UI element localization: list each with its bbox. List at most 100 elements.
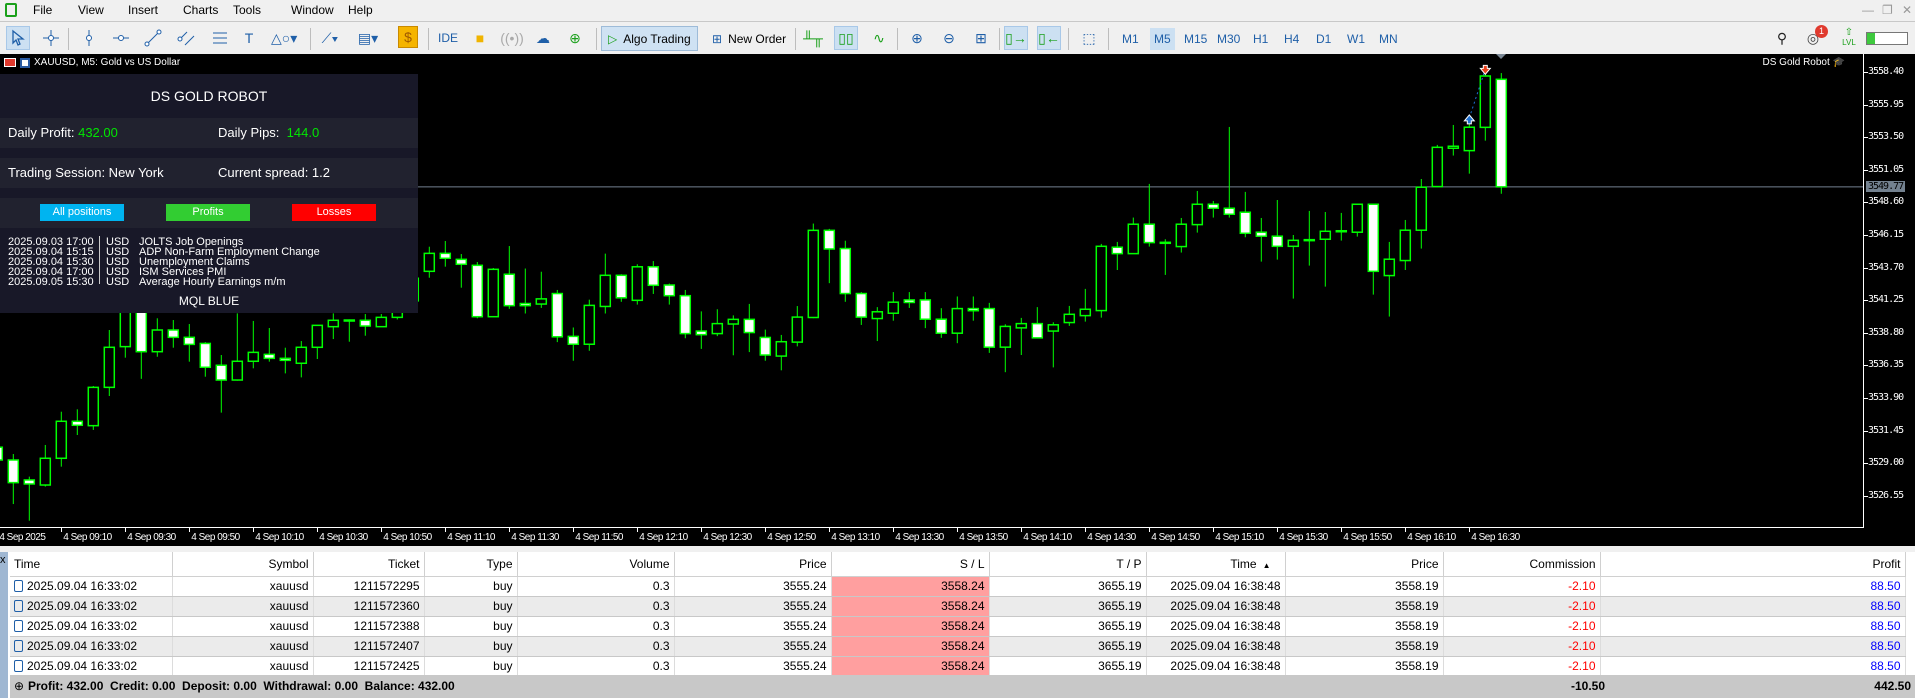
column-header[interactable]: S / L: [831, 552, 990, 577]
cell-value: -2.10: [1568, 579, 1596, 593]
table-cell: 3558.24: [831, 636, 990, 657]
close-toolbox-icon[interactable]: x: [0, 554, 6, 566]
price-tick-label: 3558.40: [1868, 66, 1904, 77]
share-icon[interactable]: ⊕: [563, 26, 587, 50]
minimize-icon[interactable]: —: [1862, 3, 1874, 17]
events-separator: [99, 236, 100, 284]
timeframe-d1[interactable]: D1: [1312, 28, 1335, 50]
fibonacci-icon[interactable]: [208, 26, 232, 50]
profits-button[interactable]: Profits: [166, 204, 250, 221]
ide-button[interactable]: IDE: [436, 26, 460, 50]
table-row[interactable]: 2025.09.04 16:33:02 xauusd 1211572388 buy 0.…: [10, 616, 1906, 637]
cell-value: 0.3: [652, 599, 670, 613]
text-tool-icon[interactable]: T: [237, 26, 261, 50]
column-header-label: Time: [14, 556, 41, 571]
cell-value: 88.50: [1870, 659, 1901, 673]
column-header[interactable]: Profit: [1600, 552, 1906, 577]
column-header[interactable]: Ticket: [313, 552, 425, 577]
cell-value: 2025.09.04 16:33:02: [27, 659, 138, 673]
timeframe-m5[interactable]: M5: [1150, 28, 1175, 50]
column-header[interactable]: Time: [10, 552, 173, 577]
close-icon[interactable]: ✕: [1902, 3, 1912, 17]
menu-insert[interactable]: Insert: [128, 3, 158, 17]
column-header[interactable]: Symbol: [172, 552, 314, 577]
shapes-icon[interactable]: △○▾: [271, 26, 297, 50]
dollar-icon[interactable]: $: [398, 26, 418, 48]
zoom-out-icon[interactable]: ⊖: [937, 26, 961, 50]
signals-icon[interactable]: ((•)): [500, 26, 524, 50]
table-row[interactable]: 2025.09.04 16:33:02 xauusd 1211572360 buy 0.…: [10, 596, 1906, 617]
crosshair-icon[interactable]: [39, 26, 63, 50]
timeframe-m15[interactable]: M15: [1180, 28, 1211, 50]
level-icon[interactable]: ⇧ LVL: [1838, 27, 1860, 47]
price-tick-label: 3551.05: [1868, 163, 1904, 175]
timeframe-m30[interactable]: M30: [1213, 28, 1244, 50]
table-cell: 3655.19: [989, 576, 1147, 597]
table-row[interactable]: 2025.09.04 16:33:02 xauusd 1211572407 buy 0.…: [10, 636, 1906, 657]
column-header[interactable]: Price: [674, 552, 832, 577]
horizontal-line-icon[interactable]: [109, 26, 133, 50]
daily-profit-label: Daily Profit:: [8, 125, 75, 140]
spread-label: Current spread: 1.2: [218, 165, 331, 180]
screenshot-icon[interactable]: ⬚: [1077, 26, 1101, 50]
column-header[interactable]: Volume: [517, 552, 675, 577]
channel-icon[interactable]: [175, 26, 199, 50]
table-cell: 1211572425: [313, 656, 425, 677]
vps-cloud-icon[interactable]: ☁: [531, 26, 555, 50]
column-header[interactable]: Type: [424, 552, 518, 577]
bearish-candle: [167, 329, 180, 339]
vertical-line-icon[interactable]: [77, 26, 101, 50]
price-chart[interactable]: XAUUSD, M5: Gold vs US Dollar DS Gold Ro…: [0, 54, 1915, 546]
menu-help[interactable]: Help: [348, 3, 373, 17]
price-tick-label: 3541.25: [1868, 294, 1904, 306]
trendline-icon[interactable]: [141, 26, 165, 50]
bearish-candle: [471, 264, 484, 318]
table-cell: buy: [424, 576, 518, 597]
sort-ascending-icon: ▲: [1262, 560, 1271, 570]
expand-icon[interactable]: ⊕: [14, 679, 24, 693]
grid-icon[interactable]: ⊞: [969, 26, 993, 50]
indicators-icon[interactable]: ▤▾: [356, 26, 380, 50]
menu-bar: File View Insert Charts Tools Window Hel…: [0, 0, 1915, 21]
cursor-tool-icon[interactable]: [6, 26, 30, 50]
bearish-candle: [1223, 207, 1236, 215]
menu-file[interactable]: File: [33, 3, 52, 17]
menu-charts[interactable]: Charts: [183, 3, 218, 17]
candlestick-icon[interactable]: ▯▯: [834, 26, 858, 50]
table-row[interactable]: 2025.09.04 16:33:02 xauusd 1211572425 buy 0.…: [10, 656, 1906, 677]
chart-menu-icon[interactable]: [4, 58, 16, 67]
line-chart-icon[interactable]: ∿: [867, 26, 891, 50]
menu-tools[interactable]: Tools: [233, 3, 261, 17]
cell-value: 88.50: [1870, 579, 1901, 593]
time-tick-label: 4 Sep 14:50: [1151, 532, 1200, 543]
timeframe-m1[interactable]: M1: [1118, 28, 1143, 50]
losses-button[interactable]: Losses: [292, 204, 376, 221]
timeframe-h4[interactable]: H4: [1280, 28, 1303, 50]
column-header[interactable]: Commission: [1443, 552, 1601, 577]
column-header[interactable]: T / P: [989, 552, 1147, 577]
bullish-candle: [1015, 322, 1028, 329]
price-tick-label: 3529.00: [1868, 457, 1904, 469]
timeframe-h1[interactable]: H1: [1249, 28, 1272, 50]
menu-view[interactable]: View: [78, 3, 104, 17]
column-header[interactable]: Price: [1285, 552, 1444, 577]
column-header[interactable]: Time ▲: [1146, 552, 1286, 577]
menu-window[interactable]: Window: [291, 3, 334, 17]
bar-chart-icon[interactable]: ╨╥: [801, 26, 825, 50]
new-order-button[interactable]: ⊞ New Order: [706, 26, 792, 51]
table-row[interactable]: 2025.09.04 16:33:02 xauusd 1211572295 buy 0.…: [10, 576, 1906, 597]
cell-value: buy: [493, 579, 513, 593]
timeframe-w1[interactable]: W1: [1343, 28, 1369, 50]
chart-shift-icon[interactable]: ▯←: [1037, 26, 1061, 50]
restore-icon[interactable]: ❐: [1882, 3, 1893, 17]
bearish-candle: [23, 479, 36, 485]
zoom-in-icon[interactable]: ⊕: [905, 26, 929, 50]
chart-type-icon[interactable]: ⟋▾: [318, 26, 342, 50]
all-positions-button[interactable]: All positions: [40, 204, 124, 221]
cell-value: 0.3: [652, 579, 670, 593]
autoscroll-icon[interactable]: ▯→: [1004, 26, 1028, 50]
algo-trading-button[interactable]: ▷ Algo Trading: [601, 26, 698, 51]
timeframe-mn[interactable]: MN: [1375, 28, 1402, 50]
market-bag-icon[interactable]: ■: [468, 26, 492, 50]
search-icon[interactable]: ⚲: [1770, 26, 1794, 50]
